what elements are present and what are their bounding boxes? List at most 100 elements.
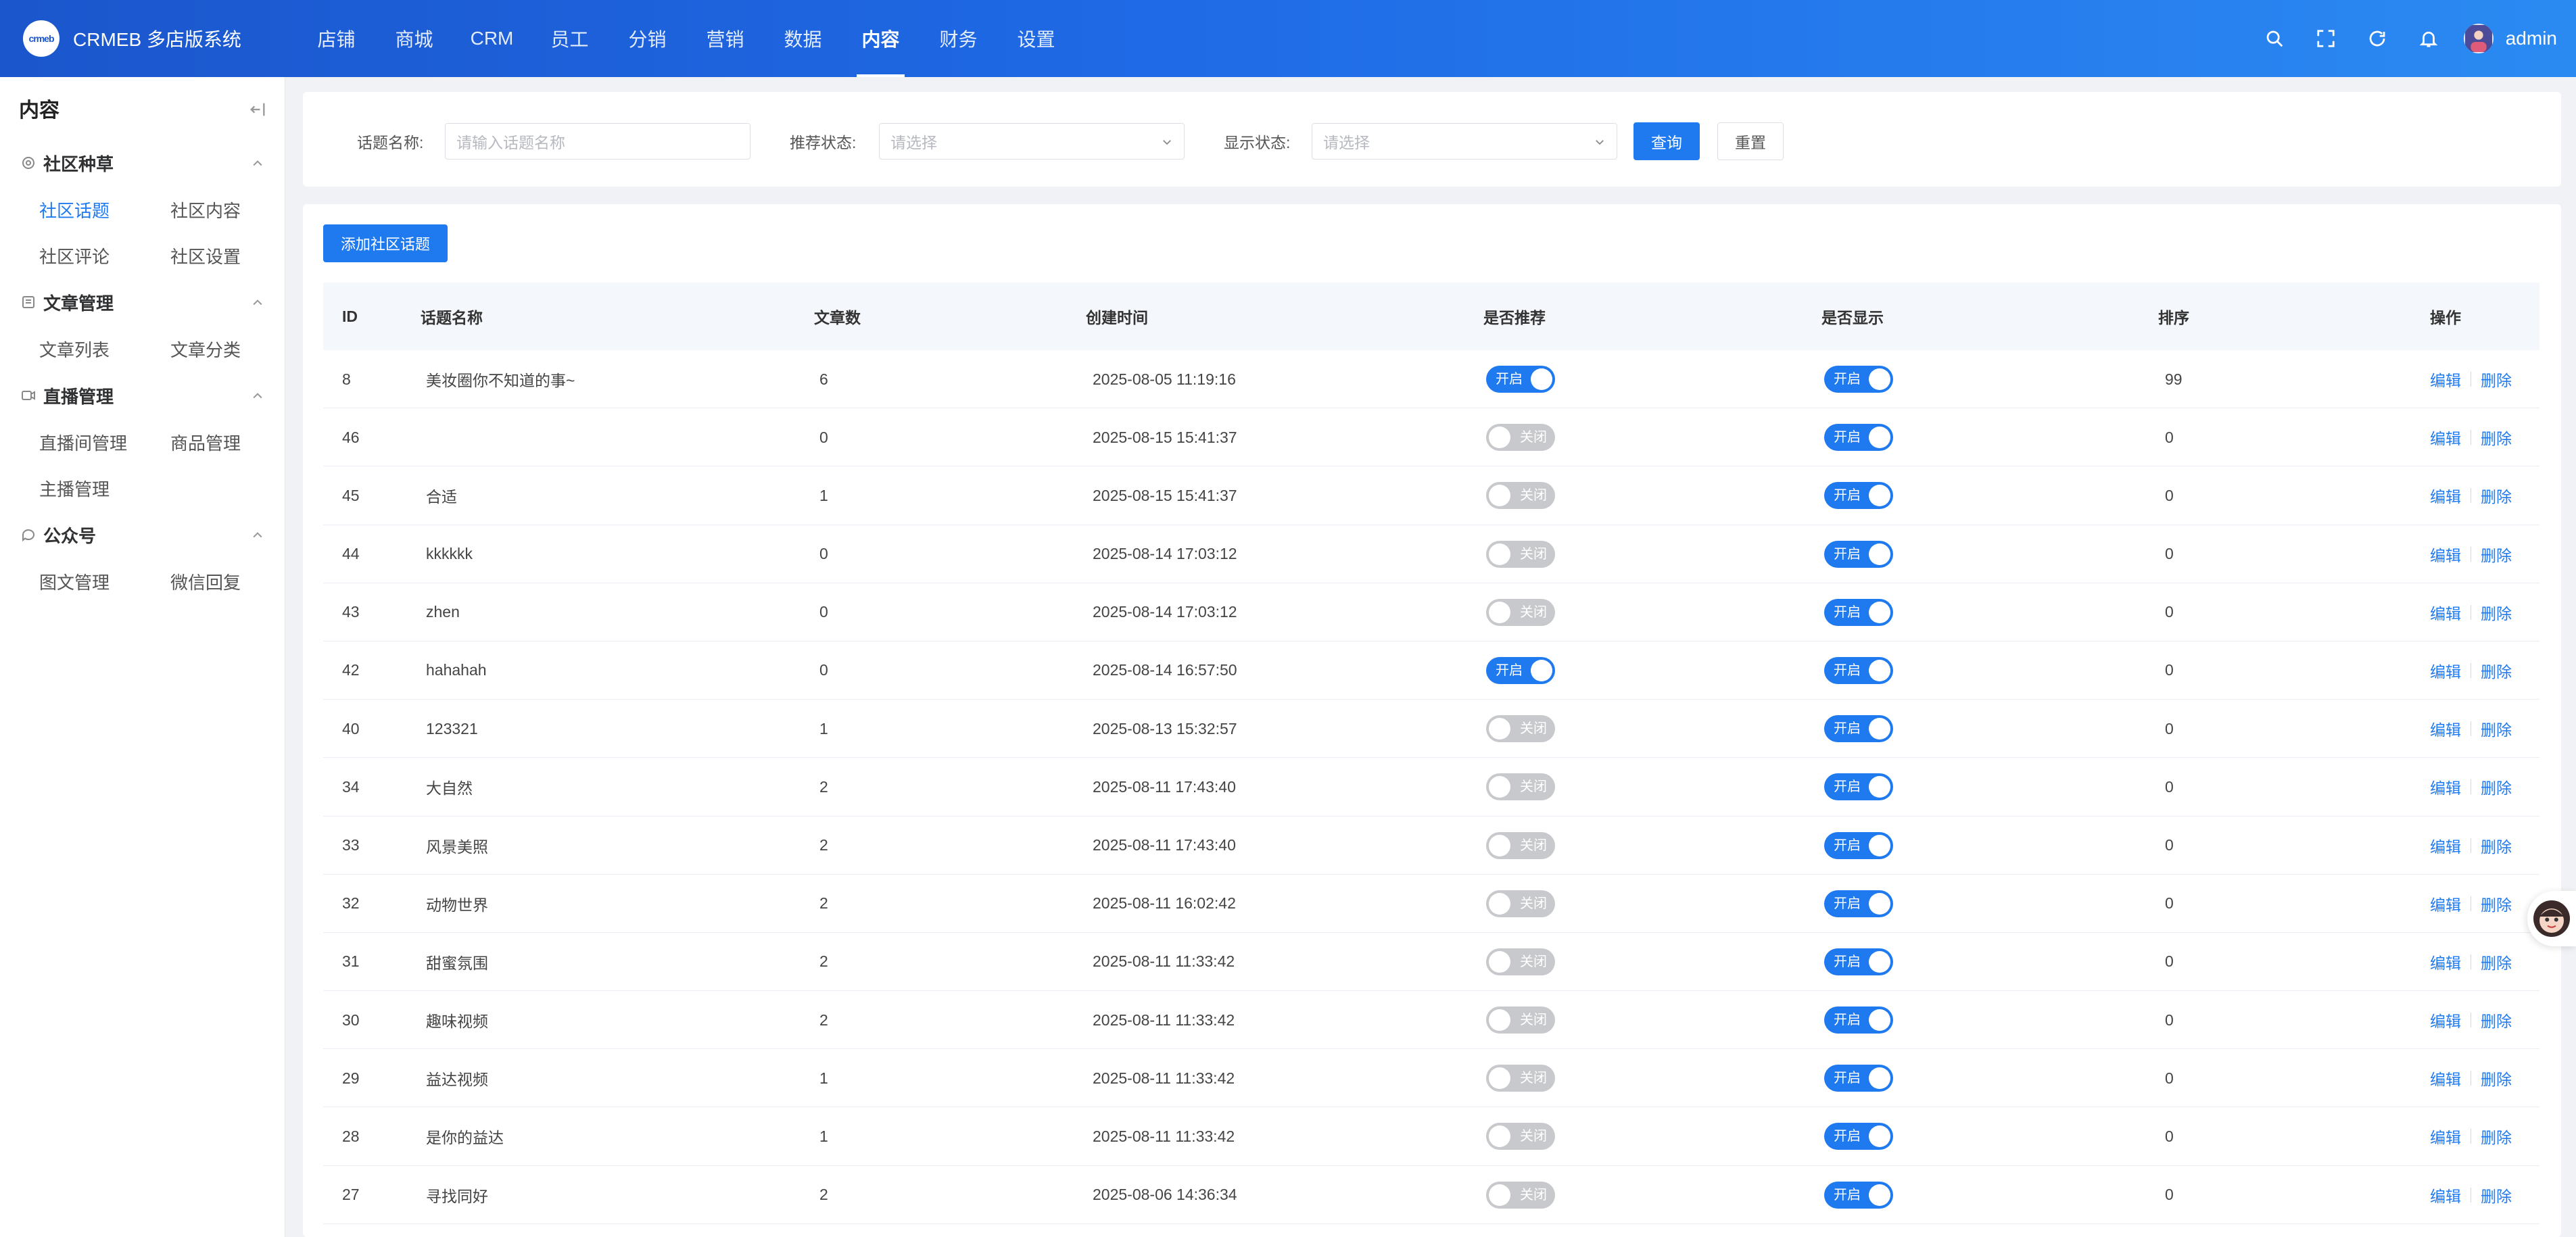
- add-topic-button[interactable]: 添加社区话题: [323, 224, 448, 262]
- sidebar-item[interactable]: 商品管理: [170, 419, 302, 465]
- edit-link[interactable]: 编辑: [2430, 1184, 2461, 1207]
- delete-link[interactable]: 删除: [2481, 775, 2512, 798]
- avatar[interactable]: [2463, 24, 2494, 53]
- switch-on[interactable]: 开启: [1824, 540, 1893, 568]
- switch-off[interactable]: 关闭: [1486, 540, 1555, 568]
- delete-link[interactable]: 删除: [2481, 834, 2512, 857]
- delete-link[interactable]: 删除: [2481, 368, 2512, 391]
- edit-link[interactable]: 编辑: [2430, 659, 2461, 682]
- switch-off[interactable]: 关闭: [1486, 424, 1555, 452]
- nav-item[interactable]: 设置: [997, 0, 1075, 77]
- sidebar-item[interactable]: 社区内容: [170, 187, 302, 233]
- show-status-select[interactable]: 请选择: [1312, 123, 1617, 160]
- nav-item[interactable]: CRM: [453, 0, 531, 77]
- switch-on[interactable]: 开启: [1824, 715, 1893, 743]
- nav-item[interactable]: 分销: [609, 0, 686, 77]
- delete-link[interactable]: 删除: [2481, 950, 2512, 973]
- sidebar-item[interactable]: 直播间管理: [39, 419, 170, 465]
- nav-item[interactable]: 内容: [842, 0, 920, 77]
- switch-on[interactable]: 开启: [1824, 1006, 1893, 1034]
- sidebar-item[interactable]: 文章列表: [39, 326, 170, 372]
- switch-on[interactable]: 开启: [1824, 482, 1893, 510]
- sidebar-item[interactable]: 社区设置: [170, 233, 302, 278]
- delete-link[interactable]: 删除: [2481, 601, 2512, 624]
- sidebar-group-0[interactable]: 社区种草: [0, 139, 285, 187]
- edit-link[interactable]: 编辑: [2430, 368, 2461, 391]
- switch-on[interactable]: 开启: [1824, 1181, 1893, 1209]
- edit-link[interactable]: 编辑: [2430, 950, 2461, 973]
- switch-off[interactable]: 关闭: [1486, 948, 1555, 975]
- delete-link[interactable]: 删除: [2481, 1125, 2512, 1148]
- edit-link[interactable]: 编辑: [2430, 1067, 2461, 1090]
- switch-off[interactable]: 关闭: [1486, 890, 1555, 917]
- switch-on[interactable]: 开启: [1486, 656, 1555, 684]
- switch-on[interactable]: 开启: [1824, 948, 1893, 975]
- sidebar-item[interactable]: 社区话题: [39, 187, 170, 233]
- nav-item[interactable]: 员工: [531, 0, 609, 77]
- delete-link[interactable]: 删除: [2481, 659, 2512, 682]
- switch-on[interactable]: 开启: [1824, 890, 1893, 917]
- nav-item[interactable]: 商城: [375, 0, 453, 77]
- query-button[interactable]: 查询: [1633, 122, 1700, 160]
- sidebar-group-1[interactable]: 文章管理: [0, 278, 285, 326]
- switch-off[interactable]: 关闭: [1486, 482, 1555, 510]
- edit-link[interactable]: 编辑: [2430, 484, 2461, 507]
- nav-item[interactable]: 财务: [920, 0, 997, 77]
- delete-link[interactable]: 删除: [2481, 1009, 2512, 1032]
- reset-button[interactable]: 重置: [1717, 122, 1784, 160]
- edit-link[interactable]: 编辑: [2430, 834, 2461, 857]
- sidebar-item[interactable]: 微信回复: [170, 558, 302, 604]
- sidebar-item[interactable]: 文章分类: [170, 326, 302, 372]
- collapse-sidebar-icon[interactable]: [248, 100, 267, 119]
- bell-icon[interactable]: [2403, 0, 2454, 77]
- recommend-status-select[interactable]: 请选择: [879, 123, 1185, 160]
- edit-link[interactable]: 编辑: [2430, 1009, 2461, 1032]
- delete-link[interactable]: 删除: [2481, 484, 2512, 507]
- switch-on[interactable]: 开启: [1824, 366, 1893, 393]
- delete-link[interactable]: 删除: [2481, 717, 2512, 740]
- edit-link[interactable]: 编辑: [2430, 601, 2461, 624]
- sidebar-group-2[interactable]: 直播管理: [0, 372, 285, 419]
- switch-on[interactable]: 开启: [1824, 1065, 1893, 1092]
- switch-off[interactable]: 关闭: [1486, 715, 1555, 743]
- edit-link[interactable]: 编辑: [2430, 543, 2461, 566]
- user-name[interactable]: admin: [2506, 28, 2557, 49]
- delete-link[interactable]: 删除: [2481, 892, 2512, 915]
- fullscreen-icon[interactable]: [2300, 0, 2352, 77]
- edit-link[interactable]: 编辑: [2430, 775, 2461, 798]
- edit-link[interactable]: 编辑: [2430, 892, 2461, 915]
- switch-on[interactable]: 开启: [1486, 366, 1555, 393]
- nav-item[interactable]: 营销: [686, 0, 764, 77]
- nav-item[interactable]: 店铺: [297, 0, 375, 77]
- switch-off[interactable]: 关闭: [1486, 598, 1555, 626]
- delete-link[interactable]: 删除: [2481, 1067, 2512, 1090]
- switch-off[interactable]: 关闭: [1486, 1006, 1555, 1034]
- sidebar-item[interactable]: 主播管理: [39, 465, 170, 511]
- sidebar-group-3[interactable]: 公众号: [0, 511, 285, 558]
- switch-off[interactable]: 关闭: [1486, 1181, 1555, 1209]
- switch-off[interactable]: 关闭: [1486, 1065, 1555, 1092]
- edit-link[interactable]: 编辑: [2430, 1125, 2461, 1148]
- brand[interactable]: crmeb CRMEB 多店版系统: [0, 20, 284, 57]
- switch-on[interactable]: 开启: [1824, 773, 1893, 801]
- delete-link[interactable]: 删除: [2481, 426, 2512, 449]
- delete-link[interactable]: 删除: [2481, 543, 2512, 566]
- sidebar-item[interactable]: 图文管理: [39, 558, 170, 604]
- refresh-icon[interactable]: [2352, 0, 2403, 77]
- switch-on[interactable]: 开启: [1824, 1123, 1893, 1150]
- switch-on[interactable]: 开启: [1824, 831, 1893, 859]
- assistant-avatar-icon[interactable]: [2527, 891, 2576, 946]
- nav-item[interactable]: 数据: [764, 0, 842, 77]
- switch-on[interactable]: 开启: [1824, 424, 1893, 452]
- delete-link[interactable]: 删除: [2481, 1184, 2512, 1207]
- switch-off[interactable]: 关闭: [1486, 1123, 1555, 1150]
- edit-link[interactable]: 编辑: [2430, 717, 2461, 740]
- switch-on[interactable]: 开启: [1824, 598, 1893, 626]
- search-icon[interactable]: [2249, 0, 2300, 77]
- sidebar-item[interactable]: 社区评论: [39, 233, 170, 278]
- switch-off[interactable]: 关闭: [1486, 831, 1555, 859]
- switch-off[interactable]: 关闭: [1486, 773, 1555, 801]
- switch-on[interactable]: 开启: [1824, 656, 1893, 684]
- topic-name-input[interactable]: 请输入话题名称: [445, 123, 750, 160]
- edit-link[interactable]: 编辑: [2430, 426, 2461, 449]
